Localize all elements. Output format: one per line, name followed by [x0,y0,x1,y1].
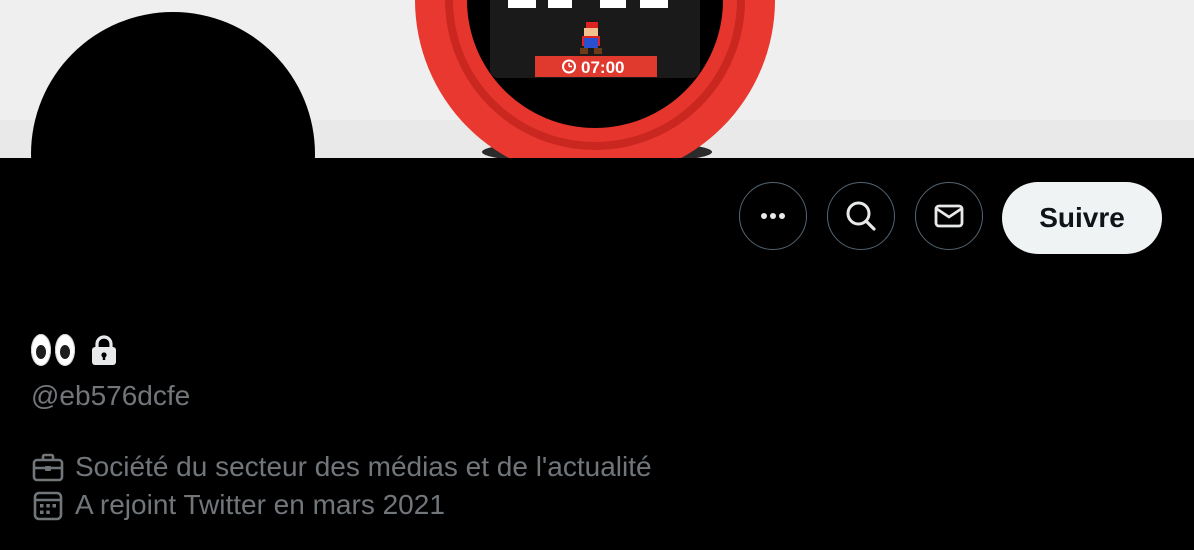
envelope-icon [934,204,964,228]
calendar-icon [31,489,65,521]
eye-right [55,334,75,366]
more-options-button[interactable] [739,182,807,250]
lock-icon [92,335,116,365]
eyes-emoji [31,334,75,366]
joined-text: A rejoint Twitter en mars 2021 [75,489,445,520]
category-text: Société du secteur des médias et de l'ac… [75,451,652,482]
eye-left [31,334,51,366]
follow-button[interactable]: Suivre [1002,182,1162,254]
alarm-time: 07:00 [581,58,624,77]
display-name [31,330,119,370]
profile-handle: @eb576dcfe [31,380,191,411]
message-button[interactable] [915,182,983,250]
search-button[interactable] [827,182,895,250]
search-icon [846,201,876,231]
avatar[interactable] [31,12,315,296]
ellipsis-icon [761,213,785,219]
profile-joined-date: A rejoint Twitter en mars 2021 [31,489,445,521]
profile-category: Société du secteur des médias et de l'ac… [31,451,652,483]
profile-page: 07:00 Suivre @eb576dcfe Société du secte… [0,0,1194,550]
briefcase-icon [31,451,65,483]
